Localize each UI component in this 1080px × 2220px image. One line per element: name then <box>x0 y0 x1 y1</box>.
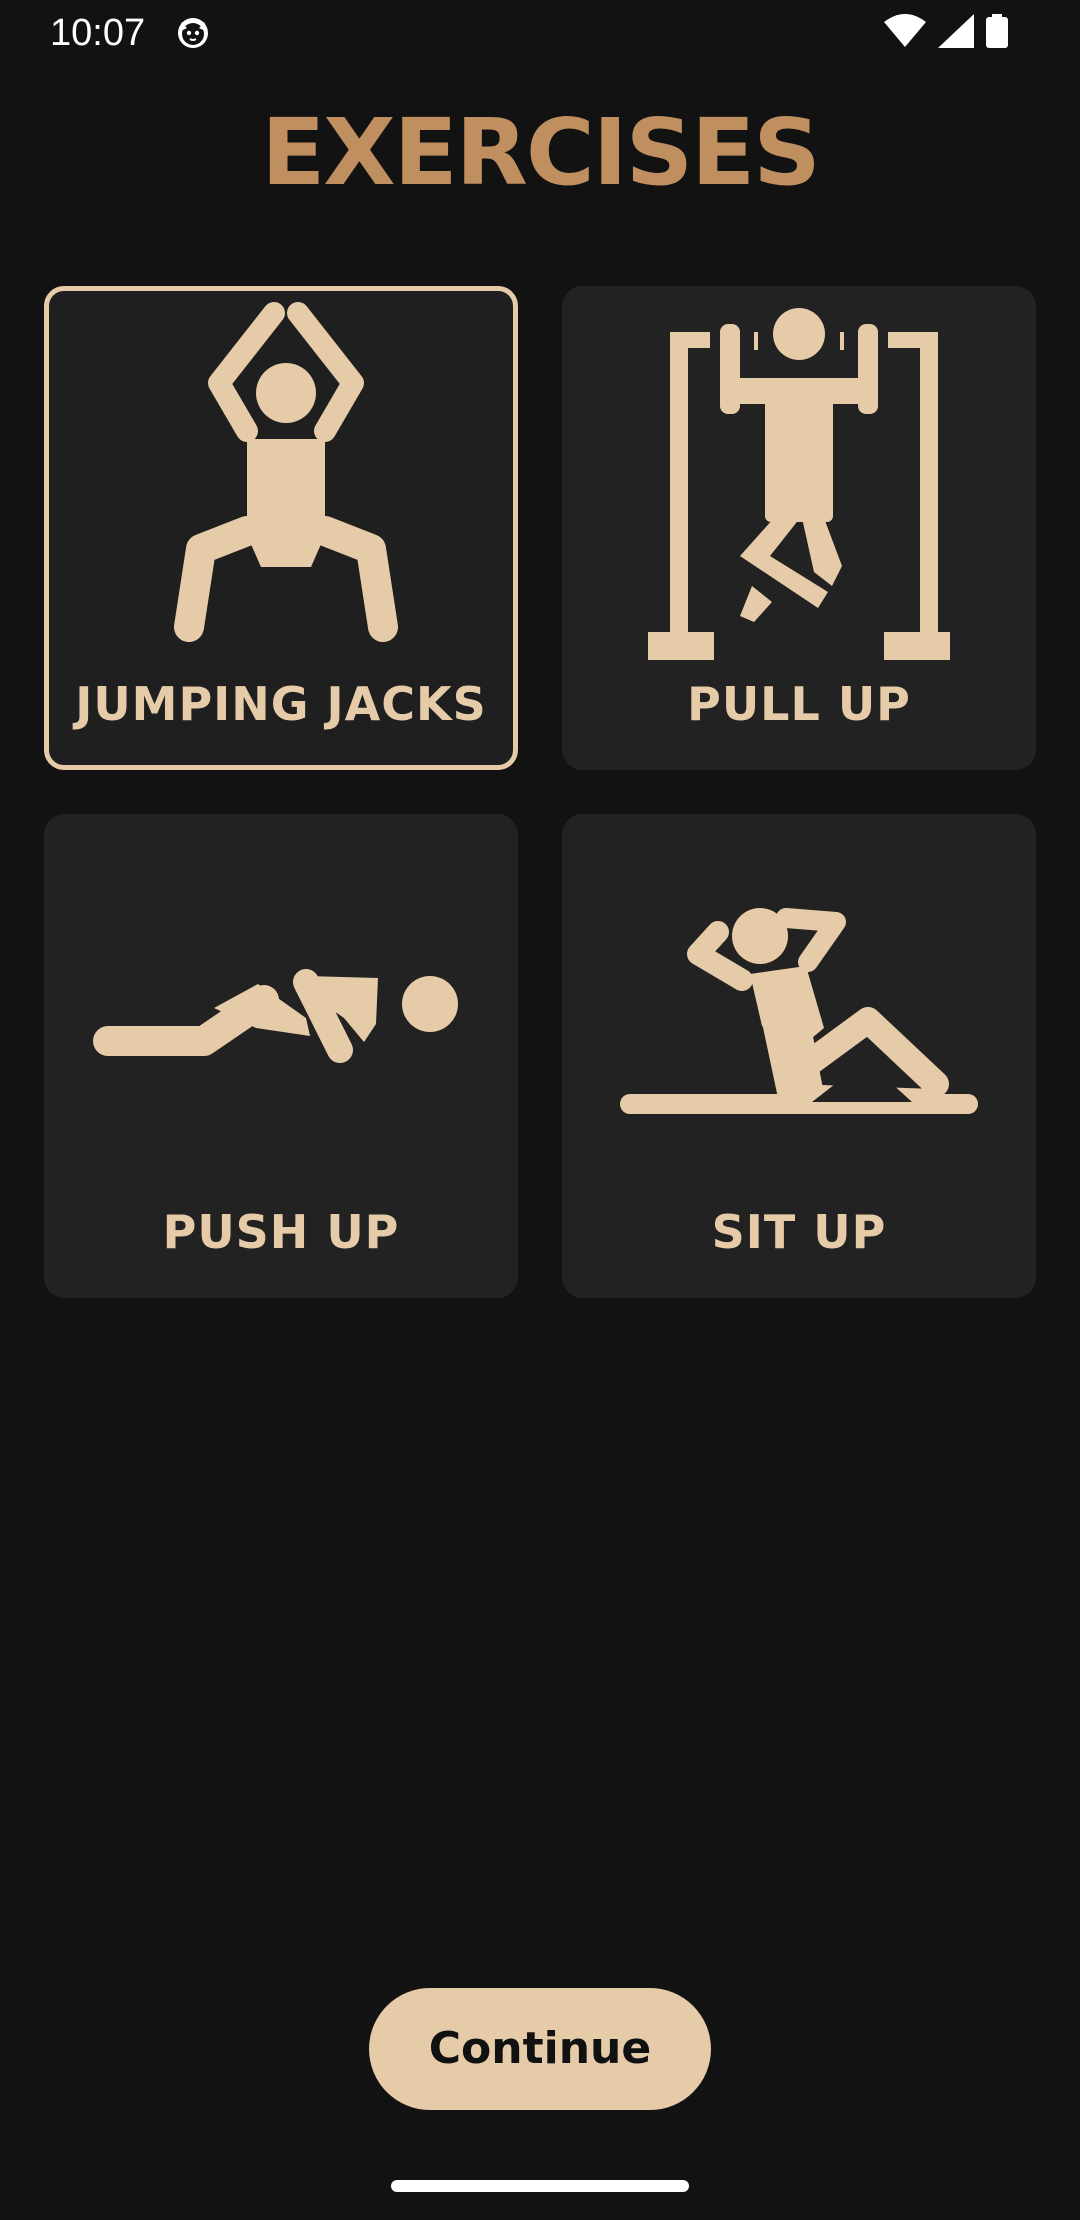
continue-button[interactable]: Continue <box>369 1988 711 2110</box>
pull-up-icon <box>562 286 1036 666</box>
wifi-icon <box>884 14 926 47</box>
signal-icon <box>938 14 974 48</box>
page-title: EXERCISES <box>261 99 821 206</box>
cat-face-icon <box>178 18 208 48</box>
status-bar: 10:07 <box>0 0 1080 66</box>
exercise-label: JUMPING JACKS <box>75 677 487 731</box>
status-time: 10:07 <box>50 12 146 54</box>
exercise-card-jumping-jacks[interactable]: JUMPING JACKS <box>44 286 518 770</box>
exercise-label: PUSH UP <box>162 1205 400 1259</box>
exercise-card-push-up[interactable]: PUSH UP <box>44 814 518 1298</box>
battery-icon <box>986 14 1008 48</box>
exercise-card-pull-up[interactable]: PULL UP <box>562 286 1036 770</box>
exercise-grid: JUMPING JACKS PULL UP PUSH UP SIT UP <box>44 286 1036 1298</box>
push-up-icon <box>44 814 518 1194</box>
sit-up-icon <box>562 814 1036 1194</box>
exercise-label: PULL UP <box>687 677 911 731</box>
exercise-label: SIT UP <box>711 1205 887 1259</box>
home-indicator[interactable] <box>391 2180 689 2192</box>
exercise-card-sit-up[interactable]: SIT UP <box>562 814 1036 1298</box>
jumping-jacks-icon <box>49 291 523 671</box>
